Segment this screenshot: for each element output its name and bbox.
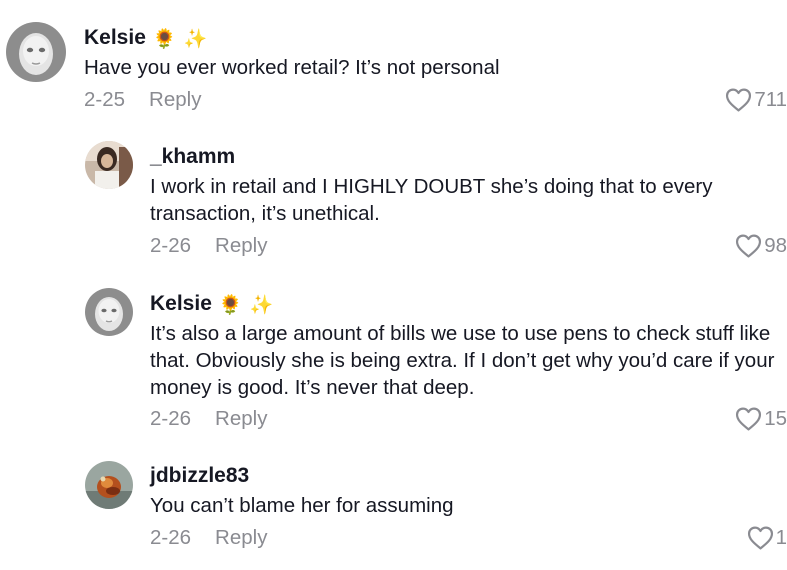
like-count: 98 (764, 234, 787, 257)
comment-username[interactable]: Kelsie 🌻 ✨ (150, 292, 273, 318)
comment-item: Kelsie 🌻 ✨ Have you ever worked retail? It… (0, 0, 787, 130)
reply-button[interactable]: Reply (215, 526, 267, 549)
comment-date: 2-26 (150, 234, 192, 257)
sunflower-icon: 🌻 (218, 295, 243, 316)
heart-icon (747, 526, 774, 550)
username-text: Kelsie (150, 292, 212, 315)
username-text: Kelsie (84, 26, 146, 49)
like-count: 1 (775, 526, 787, 549)
avatar[interactable] (85, 461, 133, 509)
comment-meta: 2-26 Reply (150, 407, 267, 431)
comment-date: 2-26 (150, 526, 192, 549)
comment-text: Have you ever worked retail? It’s not pe… (84, 56, 500, 79)
username-text: jdbizzle83 (150, 464, 250, 487)
comment-username[interactable]: jdbizzle83 (150, 464, 249, 488)
like-button[interactable]: 1 (747, 526, 787, 550)
like-button[interactable]: 711 (725, 88, 787, 112)
comment-item: Kelsie 🌻 ✨ It’s also a large amount of bil… (0, 270, 787, 445)
sparkles-icon: ✨ (249, 295, 274, 316)
comment-text: It’s also a large amount of bills we use… (150, 322, 775, 399)
comment-item: jdbizzle83 You can’t blame her for assum… (0, 445, 787, 570)
heart-icon (735, 407, 762, 431)
like-button[interactable]: 98 (735, 234, 787, 258)
avatar[interactable] (85, 288, 133, 336)
comment-text: I work in retail and I HIGHLY DOUBT she’… (150, 175, 713, 225)
comment-text: You can’t blame her for assuming (150, 494, 454, 517)
comment-meta: 2-26 Reply (150, 526, 267, 550)
like-count: 711 (754, 88, 787, 111)
comment-username[interactable]: Kelsie 🌻 ✨ (84, 26, 207, 52)
comment-meta: 2-25 Reply (84, 88, 201, 112)
reply-button[interactable]: Reply (215, 234, 267, 257)
comment-date: 2-25 (84, 88, 126, 111)
sparkles-icon: ✨ (183, 29, 208, 50)
reply-button[interactable]: Reply (215, 407, 267, 430)
avatar[interactable] (6, 22, 66, 82)
comment-date: 2-26 (150, 407, 192, 430)
avatar[interactable] (85, 141, 133, 189)
like-button[interactable]: 15 (735, 407, 787, 431)
username-text: _khamm (150, 145, 236, 168)
sunflower-icon: 🌻 (152, 29, 177, 50)
heart-icon (725, 88, 752, 112)
like-count: 15 (764, 407, 787, 430)
reply-button[interactable]: Reply (149, 88, 201, 111)
comment-item: _khamm I work in retail and I HIGHLY DOU… (0, 130, 787, 270)
heart-icon (735, 234, 762, 258)
comment-username[interactable]: _khamm (150, 145, 235, 169)
comment-meta: 2-26 Reply (150, 234, 267, 258)
